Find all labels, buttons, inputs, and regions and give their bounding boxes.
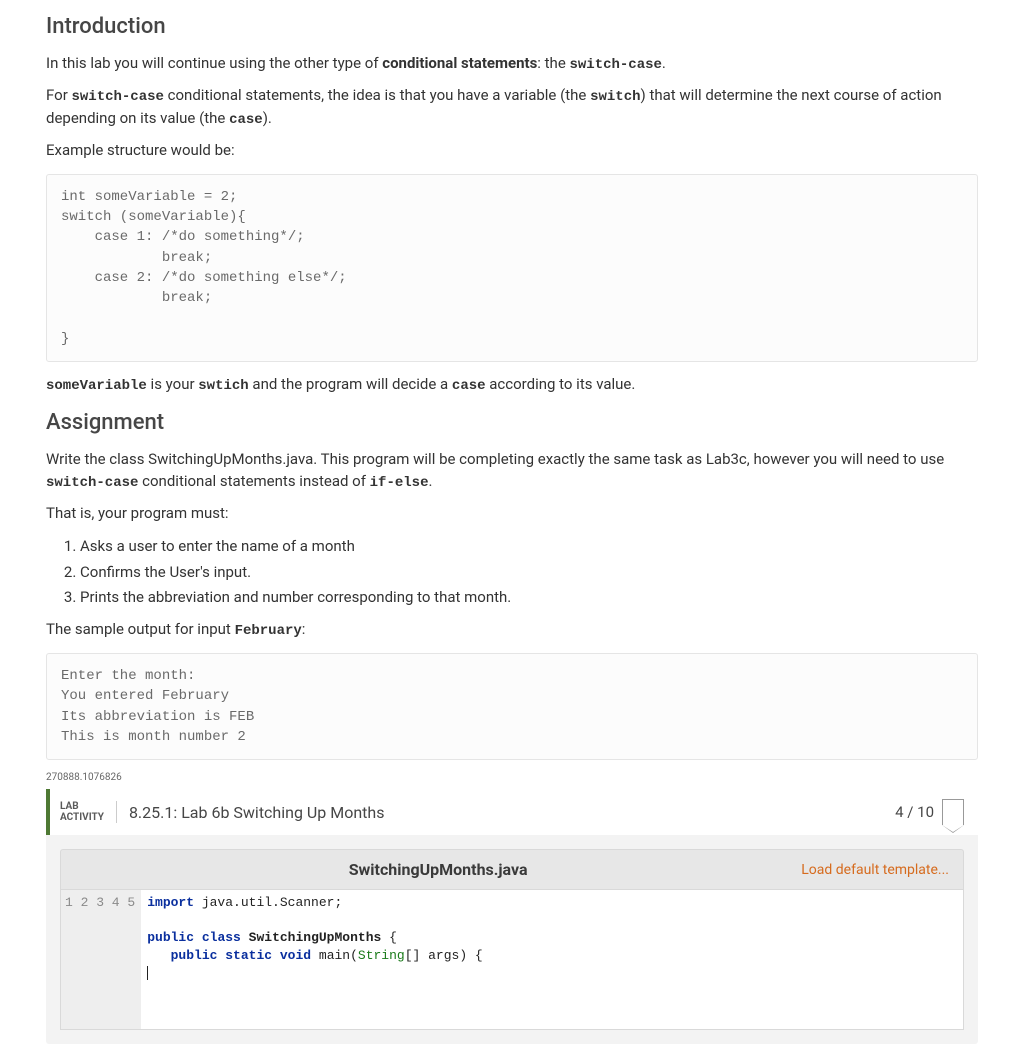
text: The sample output for input: [46, 620, 235, 638]
text: .: [662, 54, 666, 72]
intro-paragraph-2: For switch-case conditional statements, …: [46, 85, 978, 130]
lab-type-badge: LAB ACTIVITY: [60, 801, 117, 823]
intro-paragraph-3: Example structure would be:: [46, 140, 978, 162]
keyword: public: [147, 930, 194, 945]
code-text: main(: [311, 948, 358, 963]
code-text: [] args) {: [405, 948, 483, 963]
keyword: class: [202, 930, 241, 945]
inline-code: switch-case: [570, 57, 662, 73]
lab-title: 8.25.1: Lab 6b Switching Up Months: [129, 803, 895, 822]
code-area[interactable]: import java.util.Scanner; public class S…: [141, 890, 963, 1029]
file-bar: SwitchingUpMonths.java Load default temp…: [60, 849, 964, 890]
file-name: SwitchingUpMonths.java: [75, 860, 801, 879]
assign-paragraph-1: Write the class SwitchingUpMonths.java. …: [46, 449, 978, 493]
code-text: {: [381, 930, 397, 945]
list-item: Asks a user to enter the name of a month: [80, 535, 978, 558]
code-editor[interactable]: 1 2 3 4 5 import java.util.Scanner; publ…: [60, 890, 964, 1030]
text: ACTIVITY: [60, 812, 104, 823]
text: : the: [537, 54, 569, 72]
text: LAB: [60, 801, 104, 812]
keyword: public: [171, 948, 218, 963]
list-item: Prints the abbreviation and number corre…: [80, 586, 978, 609]
text: conditional statements instead of: [138, 472, 369, 490]
text: .: [428, 472, 432, 490]
lab-numeric-id: 270888.1076826: [46, 772, 978, 783]
inline-code: someVariable: [46, 378, 147, 394]
text: In this lab you will continue using the …: [46, 54, 382, 72]
text: :: [302, 620, 306, 638]
text: Write the class SwitchingUpMonths.java. …: [46, 450, 944, 468]
inline-code: February: [235, 623, 302, 639]
inline-code: switch: [590, 89, 640, 105]
inline-code: swtich: [198, 378, 248, 394]
inline-code: switch-case: [72, 89, 164, 105]
text: is your: [147, 375, 198, 393]
class-name: SwitchingUpMonths: [249, 930, 382, 945]
sample-output-intro: The sample output for input February:: [46, 619, 978, 641]
inline-code: case: [229, 112, 263, 128]
intro-paragraph-4: someVariable is your swtich and the prog…: [46, 374, 978, 396]
keyword: import: [147, 895, 194, 910]
type: String: [358, 948, 405, 963]
code-text: java.util.Scanner;: [194, 895, 342, 910]
text: and the program will decide a: [249, 375, 452, 393]
example-code-block: int someVariable = 2; switch (someVariab…: [46, 174, 978, 362]
text: conditional statements, the idea is that…: [164, 86, 590, 104]
text: ).: [263, 109, 272, 127]
assign-paragraph-2: That is, your program must:: [46, 503, 978, 525]
lab-score: 4 / 10: [895, 803, 934, 821]
bookmark-icon[interactable]: [942, 799, 964, 825]
lab-activity-card: LAB ACTIVITY 8.25.1: Lab 6b Switching Up…: [46, 789, 978, 1044]
bold-text: conditional statements: [382, 54, 537, 72]
load-default-template-link[interactable]: Load default template...: [801, 862, 949, 878]
inline-code: if-else: [370, 475, 429, 491]
lab-body: SwitchingUpMonths.java Load default temp…: [46, 835, 978, 1044]
sample-output-block: Enter the month: You entered February It…: [46, 653, 978, 760]
text: For: [46, 86, 72, 104]
requirements-list: Asks a user to enter the name of a month…: [46, 535, 978, 609]
section-heading-assignment: Assignment: [46, 410, 978, 435]
text-cursor: [147, 966, 148, 980]
intro-paragraph-1: In this lab you will continue using the …: [46, 53, 978, 75]
list-item: Confirms the User's input.: [80, 561, 978, 584]
lab-header: LAB ACTIVITY 8.25.1: Lab 6b Switching Up…: [46, 789, 978, 835]
keyword: void: [280, 948, 311, 963]
section-heading-introduction: Introduction: [46, 14, 978, 39]
line-gutter: 1 2 3 4 5: [61, 890, 141, 1029]
inline-code: switch-case: [46, 475, 138, 491]
keyword: static: [225, 948, 272, 963]
inline-code: case: [452, 378, 486, 394]
text: according to its value.: [486, 375, 636, 393]
